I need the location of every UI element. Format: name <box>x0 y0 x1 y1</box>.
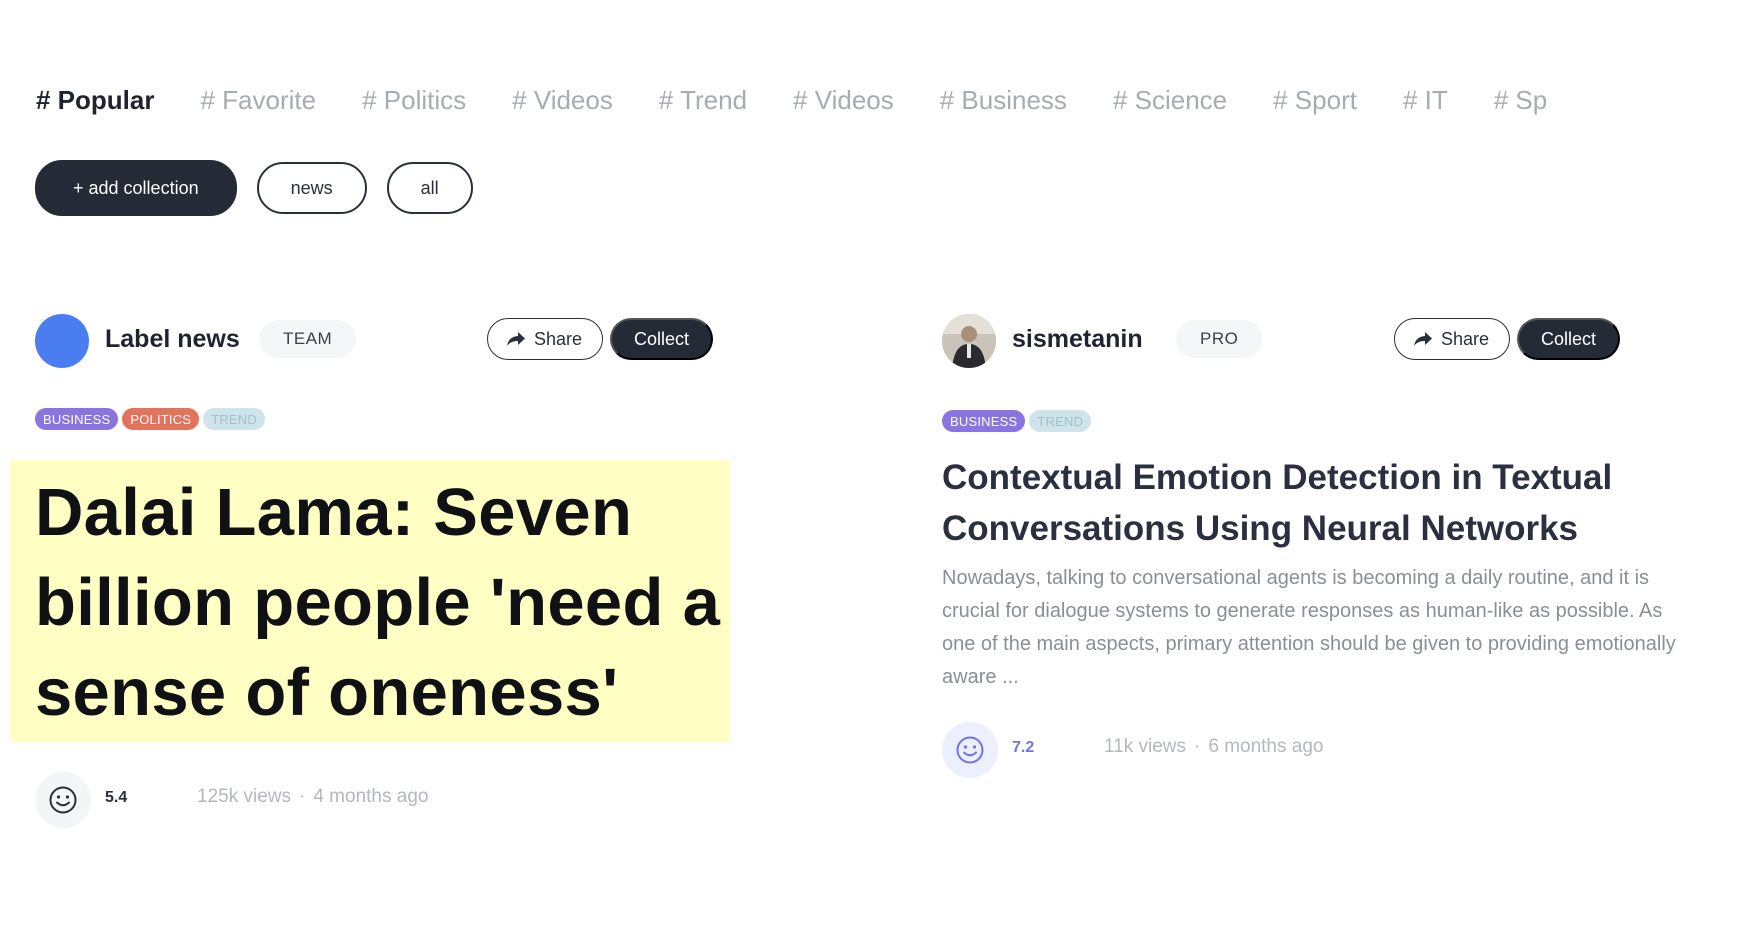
tag-sport[interactable]: # Sport <box>1273 78 1357 122</box>
reaction-button[interactable] <box>35 772 91 828</box>
tag-videos[interactable]: # Videos <box>512 78 613 122</box>
category-badge-politics[interactable]: POLITICS <box>122 408 200 430</box>
share-button[interactable]: Share <box>1394 318 1511 360</box>
share-arrow-icon <box>507 332 525 346</box>
topic-tags-bar: # Popular # Favorite # Politics # Videos # T… <box>36 78 1676 122</box>
avatar[interactable] <box>942 314 996 368</box>
collection-chip-news[interactable]: news <box>256 162 367 214</box>
add-collection-button[interactable]: + add collection <box>35 160 237 216</box>
tag-videos-2[interactable]: # Videos <box>793 78 894 122</box>
tag-trend[interactable]: # Trend <box>659 78 747 122</box>
highlighted-headline: Dalai Lama: Seven billion people 'need a… <box>10 460 730 742</box>
role-badge: PRO <box>1176 320 1263 358</box>
collect-button[interactable]: Collect <box>1517 318 1621 360</box>
smiley-icon <box>49 786 77 814</box>
views-count: 11k views <box>1104 736 1187 757</box>
view-stats: 125k views · 4 months ago <box>197 786 428 808</box>
author-name[interactable]: Label news <box>105 320 240 358</box>
author-name[interactable]: sismetanin <box>1012 320 1143 358</box>
collect-button[interactable]: Collect <box>610 318 714 360</box>
tag-it[interactable]: # IT <box>1403 78 1448 122</box>
role-badge: TEAM <box>259 320 357 358</box>
tag-sp-truncated[interactable]: # Sp <box>1494 78 1548 122</box>
category-badge-trend[interactable]: TREND <box>1029 410 1092 432</box>
post-age: 4 months ago <box>313 786 429 807</box>
separator-dot: · <box>1194 736 1201 757</box>
tag-politics[interactable]: # Politics <box>362 78 466 122</box>
share-label: Share <box>534 328 583 349</box>
share-button[interactable]: Share <box>487 318 604 360</box>
collection-chips: + add collection news all <box>35 160 473 216</box>
category-badge-business[interactable]: BUSINESS <box>942 410 1026 432</box>
avatar[interactable] <box>35 314 89 368</box>
separator-dot: · <box>299 786 306 807</box>
share-label: Share <box>1441 328 1490 349</box>
article-headline[interactable]: Dalai Lama: Seven billion people 'need a… <box>35 468 730 738</box>
card-header: sismetanin PRO Share Collect <box>942 312 1702 368</box>
category-badges: BUSINESS POLITICS TREND <box>35 408 265 430</box>
news-card-1: Label news TEAM Share Collect BUSINESS P… <box>10 312 795 932</box>
tag-popular[interactable]: # Popular <box>36 78 154 122</box>
category-badge-business[interactable]: BUSINESS <box>35 408 119 430</box>
reaction-button[interactable] <box>942 722 998 778</box>
user-photo-icon <box>942 314 996 368</box>
tag-favorite[interactable]: # Favorite <box>200 78 316 122</box>
tag-business[interactable]: # Business <box>940 78 1067 122</box>
share-arrow-icon <box>1414 332 1432 346</box>
views-count: 125k views <box>197 786 291 807</box>
card-meta: 7.2 11k views · 6 months ago <box>942 722 1542 778</box>
card-meta: 5.4 125k views · 4 months ago <box>35 772 635 828</box>
card-header: Label news TEAM Share Collect <box>35 312 795 368</box>
post-age: 6 months ago <box>1208 736 1324 757</box>
article-headline[interactable]: Contextual Emotion Detection in Textual … <box>942 452 1702 554</box>
view-stats: 11k views · 6 months ago <box>1104 736 1323 758</box>
news-card-2: sismetanin PRO Share Collect BUSINESS TR… <box>942 312 1702 932</box>
category-badges: BUSINESS TREND <box>942 410 1092 432</box>
collection-chip-all[interactable]: all <box>386 162 473 214</box>
article-excerpt: Nowadays, talking to conversational agen… <box>942 567 1676 688</box>
tag-science[interactable]: # Science <box>1113 78 1227 122</box>
smiley-icon <box>956 736 984 764</box>
category-badge-trend[interactable]: TREND <box>203 408 265 430</box>
score-value: 5.4 <box>105 789 128 806</box>
score-value: 7.2 <box>1012 739 1035 756</box>
